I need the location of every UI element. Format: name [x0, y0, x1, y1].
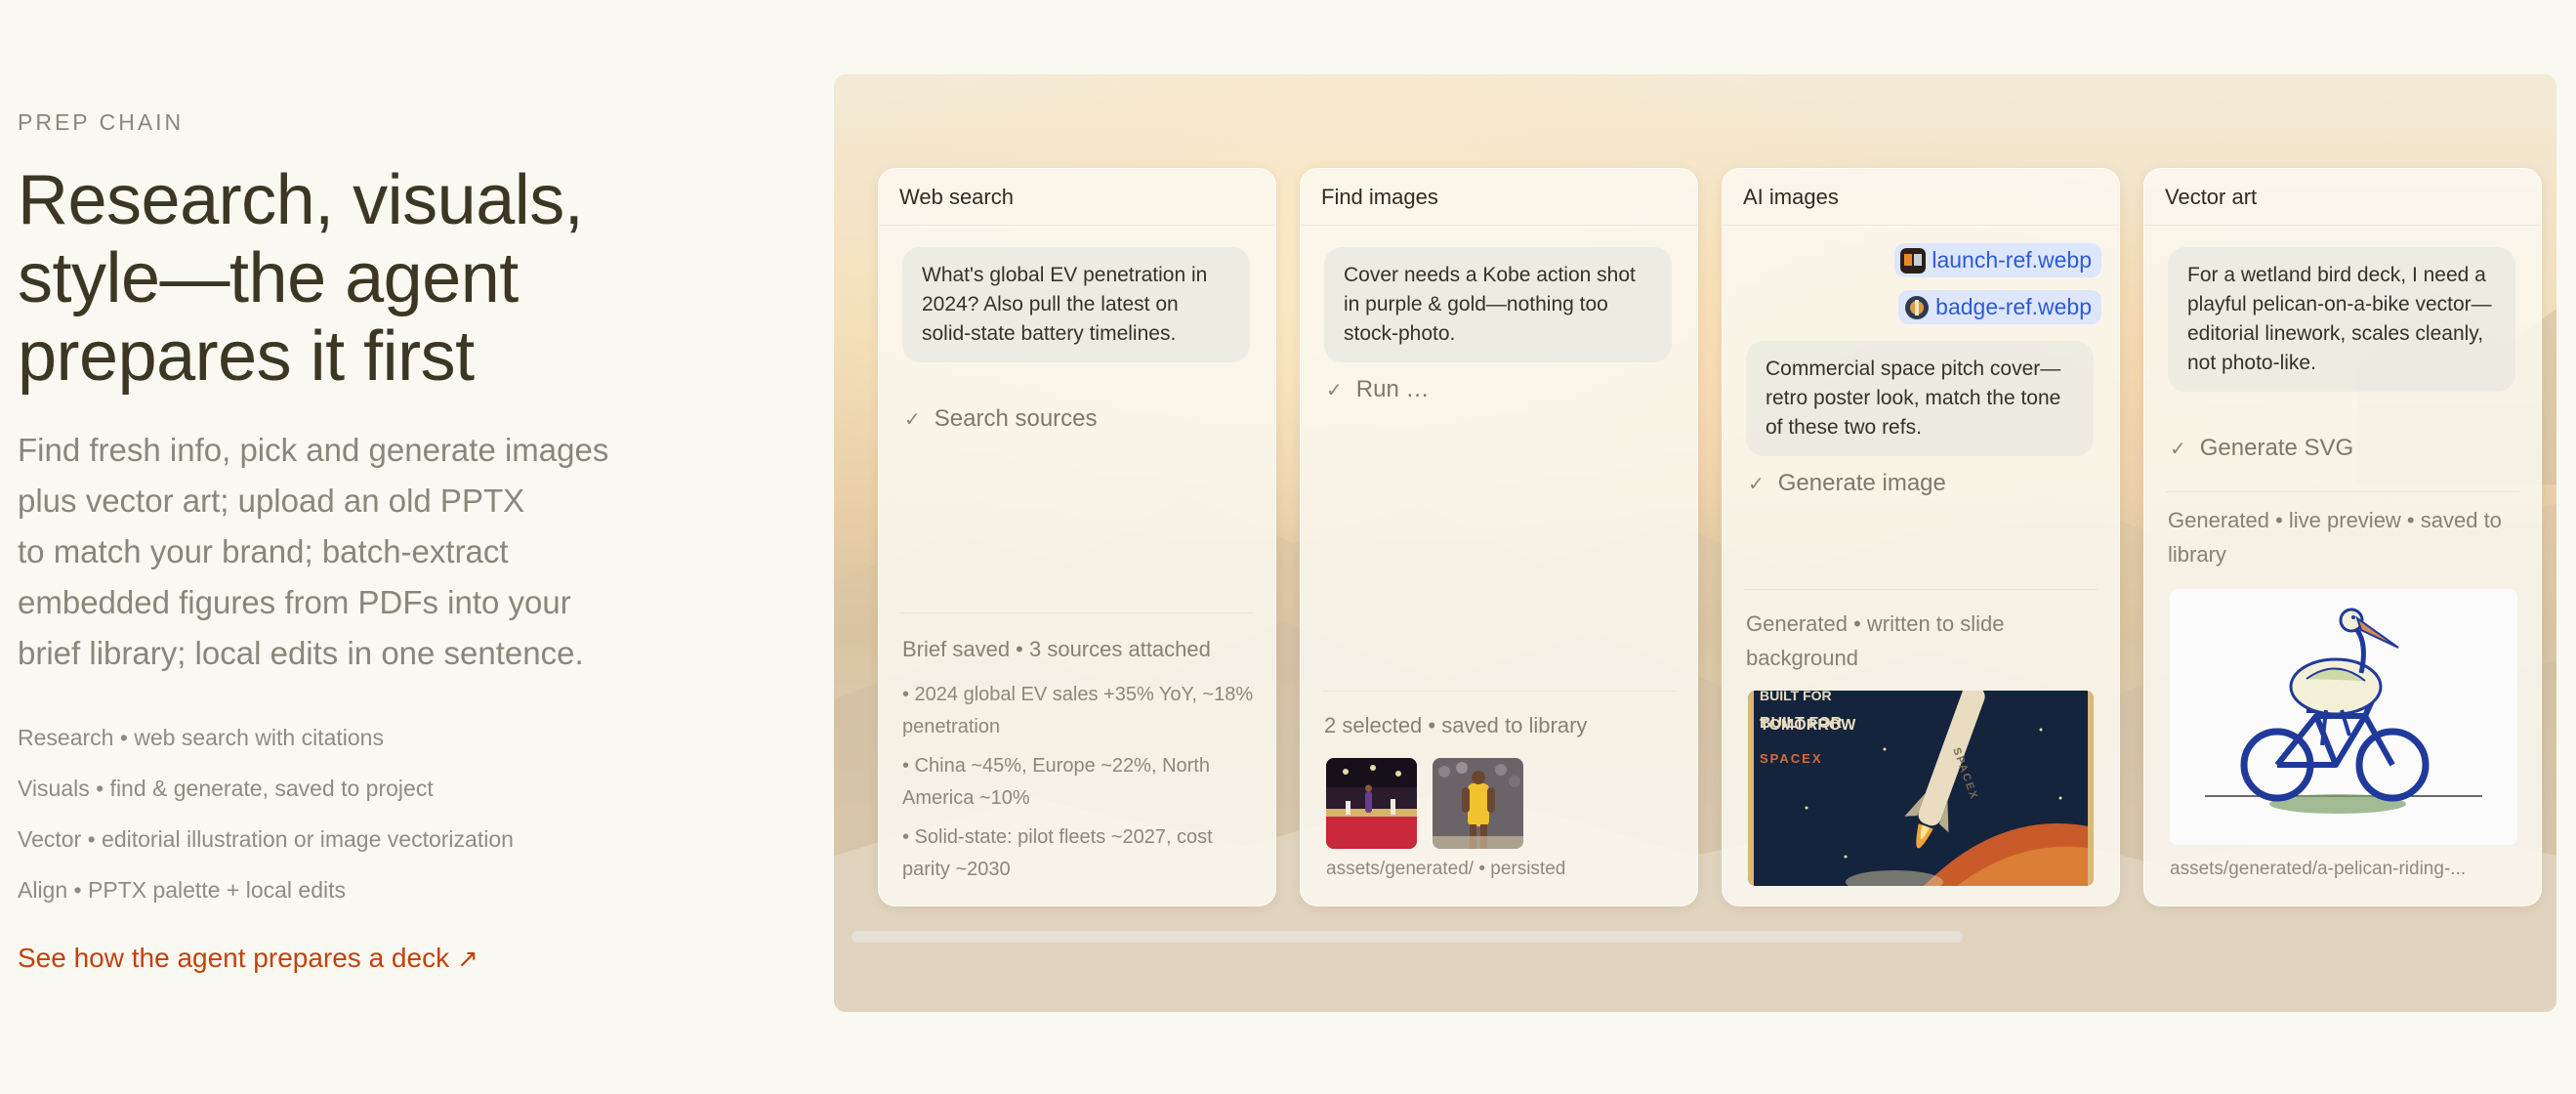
- prompt-bubble: What's global EV penetration in 2024? Al…: [902, 247, 1250, 362]
- image-icon: [1905, 295, 1930, 319]
- card-vector-art[interactable]: Vector art For a wetland bird deck, I ne…: [2143, 168, 2542, 906]
- summary-bullet: • 2024 global EV sales +35% YoY, ~18% pe…: [902, 684, 1254, 737]
- intro-column: PREP CHAIN Research, visuals, style—the …: [18, 109, 682, 974]
- cta-link[interactable]: See how the agent prepares a deck ↗: [18, 943, 478, 974]
- cta-label: See how the agent prepares a deck: [18, 943, 450, 973]
- status-text: Generated • live preview • saved to libr…: [2168, 508, 2502, 567]
- lead-line: to match your brand; batch-extract: [18, 533, 509, 569]
- card-web-search[interactable]: Web search What's global EV penetration …: [878, 168, 1276, 906]
- step-label: Search sources: [934, 405, 1098, 432]
- poster-text: SPACEX: [1760, 751, 1823, 766]
- prompt-bubble: Commercial space pitch cover—retro poste…: [1746, 341, 2094, 456]
- summary-bullet: • China ~45%, Europe ~22%, North America…: [902, 755, 1210, 809]
- feature-item: Align • PPTX palette + local edits: [18, 877, 346, 903]
- file-path: assets/generated/ • persisted: [1326, 859, 1566, 879]
- horizontal-scrollbar[interactable]: [852, 931, 1963, 943]
- feature-list: Research • web search with citations Vis…: [18, 712, 682, 915]
- lead-line: Find fresh info, pick and generate image…: [18, 432, 609, 468]
- headline-line: prepares it first: [18, 317, 475, 396]
- step-row: ✓ Generate image: [1748, 470, 1946, 497]
- divider: [1322, 691, 1676, 692]
- image-thumbnail[interactable]: [1433, 758, 1523, 849]
- demo-stage: Web search What's global EV penetration …: [834, 74, 2556, 1012]
- generated-poster[interactable]: BUILT FOR BUILT FOR TOMORROW SPACEX SPAC…: [1748, 691, 2094, 886]
- image-thumbnail[interactable]: [1326, 758, 1417, 849]
- check-icon: ✓: [1748, 473, 1765, 495]
- check-icon: ✓: [904, 408, 921, 431]
- status-text: 2 selected • saved to library: [1324, 713, 1588, 737]
- prompt-bubble: Cover needs a Kobe action shot in purple…: [1324, 247, 1672, 362]
- status-text: Generated • written to slide background: [1746, 611, 2005, 670]
- chip-label: badge-ref.webp: [1935, 294, 2092, 319]
- headline-line: style—the agent: [18, 239, 519, 317]
- lead-line: brief library; local edits in one senten…: [18, 635, 584, 671]
- prompt-bubble: For a wetland bird deck, I need a playfu…: [2168, 247, 2515, 392]
- divider: [1744, 589, 2098, 590]
- divider: [900, 612, 1254, 613]
- step-label: Run …: [1355, 376, 1430, 402]
- summary-bullet: • Solid-state: pilot fleets ~2027, cost …: [902, 826, 1213, 880]
- chip-label: launch-ref.webp: [1932, 247, 2092, 273]
- feature-item: Visuals • find & generate, saved to proj…: [18, 776, 434, 801]
- lead-line: embedded figures from PDFs into your: [18, 584, 571, 620]
- step-label: Generate SVG: [2199, 435, 2354, 461]
- divider: [2166, 491, 2519, 492]
- card-ai-images[interactable]: AI images launch-ref.webp badge-ref.webp…: [1722, 168, 2120, 906]
- step-row: ✓ Search sources: [904, 405, 1098, 433]
- card-find-images[interactable]: Find images Cover needs a Kobe action sh…: [1300, 168, 1698, 906]
- poster-text: TOMORROW: [1760, 717, 1856, 734]
- lead-line: plus vector art; upload an old PPTX: [18, 483, 525, 519]
- svg-preview[interactable]: [2170, 589, 2517, 845]
- image-icon: [1900, 247, 1927, 274]
- file-path: assets/generated/a-pelican-riding-...: [2170, 859, 2467, 879]
- step-row: ✓ Generate SVG: [2170, 435, 2353, 462]
- card-title: Web search: [879, 169, 1275, 226]
- attachment-chip[interactable]: badge-ref.webp: [1898, 290, 2101, 324]
- headline-line: Research, visuals,: [18, 161, 584, 239]
- poster-text: BUILT FOR: [1760, 691, 1832, 703]
- check-icon: ✓: [2170, 438, 2186, 460]
- pelican-bike-illustration: [2205, 608, 2482, 814]
- status-text: Brief saved • 3 sources attached: [902, 637, 1211, 661]
- step-label: Generate image: [1777, 470, 1946, 496]
- card-title: Find images: [1301, 169, 1697, 226]
- lead-paragraph: Find fresh info, pick and generate image…: [18, 425, 672, 679]
- arrow-up-right-icon: ↗: [457, 943, 478, 973]
- page-title: Research, visuals, style—the agent prepa…: [18, 161, 682, 396]
- check-icon: ✓: [1326, 379, 1343, 401]
- step-row: ✓ Run …: [1326, 376, 1429, 403]
- feature-item: Vector • editorial illustration or image…: [18, 826, 514, 852]
- eyebrow-label: PREP CHAIN: [18, 109, 185, 135]
- card-title: Vector art: [2144, 169, 2541, 226]
- attachment-chip[interactable]: launch-ref.webp: [1894, 243, 2101, 277]
- card-title: AI images: [1723, 169, 2119, 226]
- feature-item: Research • web search with citations: [18, 725, 384, 750]
